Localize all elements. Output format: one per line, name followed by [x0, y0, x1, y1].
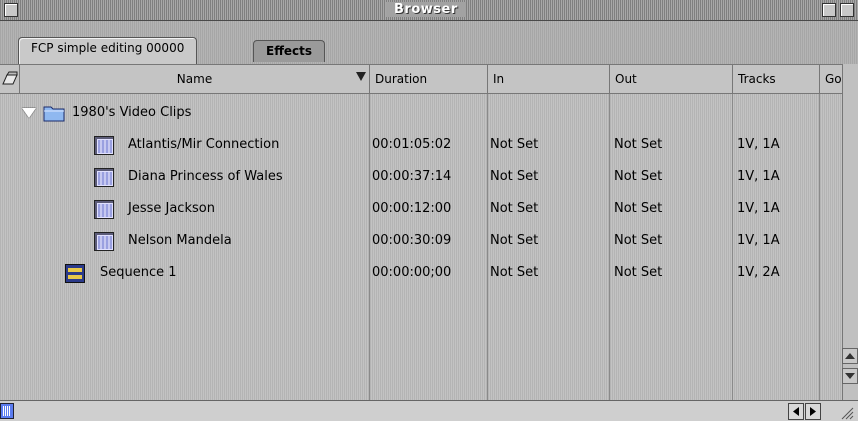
window-title: Browser: [386, 2, 466, 17]
clip-in: Not Set: [490, 169, 539, 184]
sequence-out: Not Set: [614, 265, 663, 280]
folder-icon: [43, 104, 65, 122]
disclosure-triangle-icon[interactable]: [22, 108, 36, 118]
column-header-duration[interactable]: Duration: [370, 65, 488, 93]
horizontal-scrollbar[interactable]: [0, 400, 858, 421]
sequence-duration: 00:00:00;00: [372, 265, 452, 280]
clip-name: Diana Princess of Wales: [128, 169, 283, 184]
clip-tracks: 1V, 1A: [737, 233, 780, 248]
clip-name: Atlantis/Mir Connection: [128, 137, 280, 152]
scroll-left-arrow-icon[interactable]: [788, 403, 804, 420]
list-item-folder[interactable]: 1980's Video Clips: [0, 98, 858, 130]
close-box-icon[interactable]: [4, 3, 18, 17]
clip-duration: 00:00:37:14: [372, 169, 452, 184]
table-row-sequence[interactable]: Sequence 1 00:00:00;00 Not Set Not Set 1…: [0, 258, 858, 290]
clip-out: Not Set: [614, 137, 663, 152]
sequence-name: Sequence 1: [100, 265, 177, 280]
sequence-tracks: 1V, 2A: [737, 265, 780, 280]
clip-in: Not Set: [490, 201, 539, 216]
scroll-right-arrow-icon[interactable]: [805, 403, 821, 420]
clip-icon: [94, 136, 114, 155]
folder-name: 1980's Video Clips: [72, 105, 192, 120]
clip-duration: 00:00:12:00: [372, 201, 452, 216]
clip-duration: 00:01:05:02: [372, 137, 452, 152]
tab-effects[interactable]: Effects: [253, 40, 326, 62]
clip-out: Not Set: [614, 201, 663, 216]
resize-grip-icon[interactable]: [838, 404, 854, 420]
clip-name: Nelson Mandela: [128, 233, 232, 248]
column-header-tracks[interactable]: Tracks: [733, 65, 820, 93]
clip-icon: [94, 200, 114, 219]
clip-in: Not Set: [490, 233, 539, 248]
clip-duration: 00:00:30:09: [372, 233, 452, 248]
scroll-down-arrow-icon[interactable]: [842, 368, 858, 384]
table-row[interactable]: Jesse Jackson 00:00:12:00 Not Set Not Se…: [0, 194, 858, 226]
column-header-good[interactable]: Go: [820, 65, 842, 93]
view-toggle-icon[interactable]: [0, 403, 14, 419]
sequence-in: Not Set: [490, 265, 539, 280]
clip-tracks: 1V, 1A: [737, 201, 780, 216]
bin-icon[interactable]: [0, 65, 20, 93]
column-header-in[interactable]: In: [488, 65, 610, 93]
table-row[interactable]: Nelson Mandela 00:00:30:09 Not Set Not S…: [0, 226, 858, 258]
column-header-name-label: Name: [176, 72, 213, 86]
column-header-name[interactable]: Name: [20, 65, 370, 93]
clip-in: Not Set: [490, 137, 539, 152]
scroll-up-arrow-icon[interactable]: [842, 348, 858, 364]
column-header-out[interactable]: Out: [610, 65, 733, 93]
vertical-scrollbar[interactable]: [842, 64, 858, 400]
title-bar[interactable]: Browser: [0, 0, 858, 21]
clip-tracks: 1V, 1A: [737, 169, 780, 184]
clip-out: Not Set: [614, 233, 663, 248]
clip-out: Not Set: [614, 169, 663, 184]
clip-icon: [94, 232, 114, 251]
tab-project[interactable]: FCP simple editing 00000: [18, 37, 198, 64]
tab-strip: FCP simple editing 00000 Effects: [0, 21, 858, 64]
sort-indicator-icon[interactable]: [356, 72, 366, 81]
collapse-box-icon[interactable]: [840, 3, 854, 17]
column-header: Name Duration In Out Tracks Go: [0, 64, 858, 94]
table-row[interactable]: Diana Princess of Wales 00:00:37:14 Not …: [0, 162, 858, 194]
clip-tracks: 1V, 1A: [737, 137, 780, 152]
table-row[interactable]: Atlantis/Mir Connection 00:01:05:02 Not …: [0, 130, 858, 162]
clip-name: Jesse Jackson: [128, 201, 215, 216]
clip-icon: [94, 168, 114, 187]
sequence-icon: [65, 264, 85, 283]
zoom-box-icon[interactable]: [822, 3, 836, 17]
